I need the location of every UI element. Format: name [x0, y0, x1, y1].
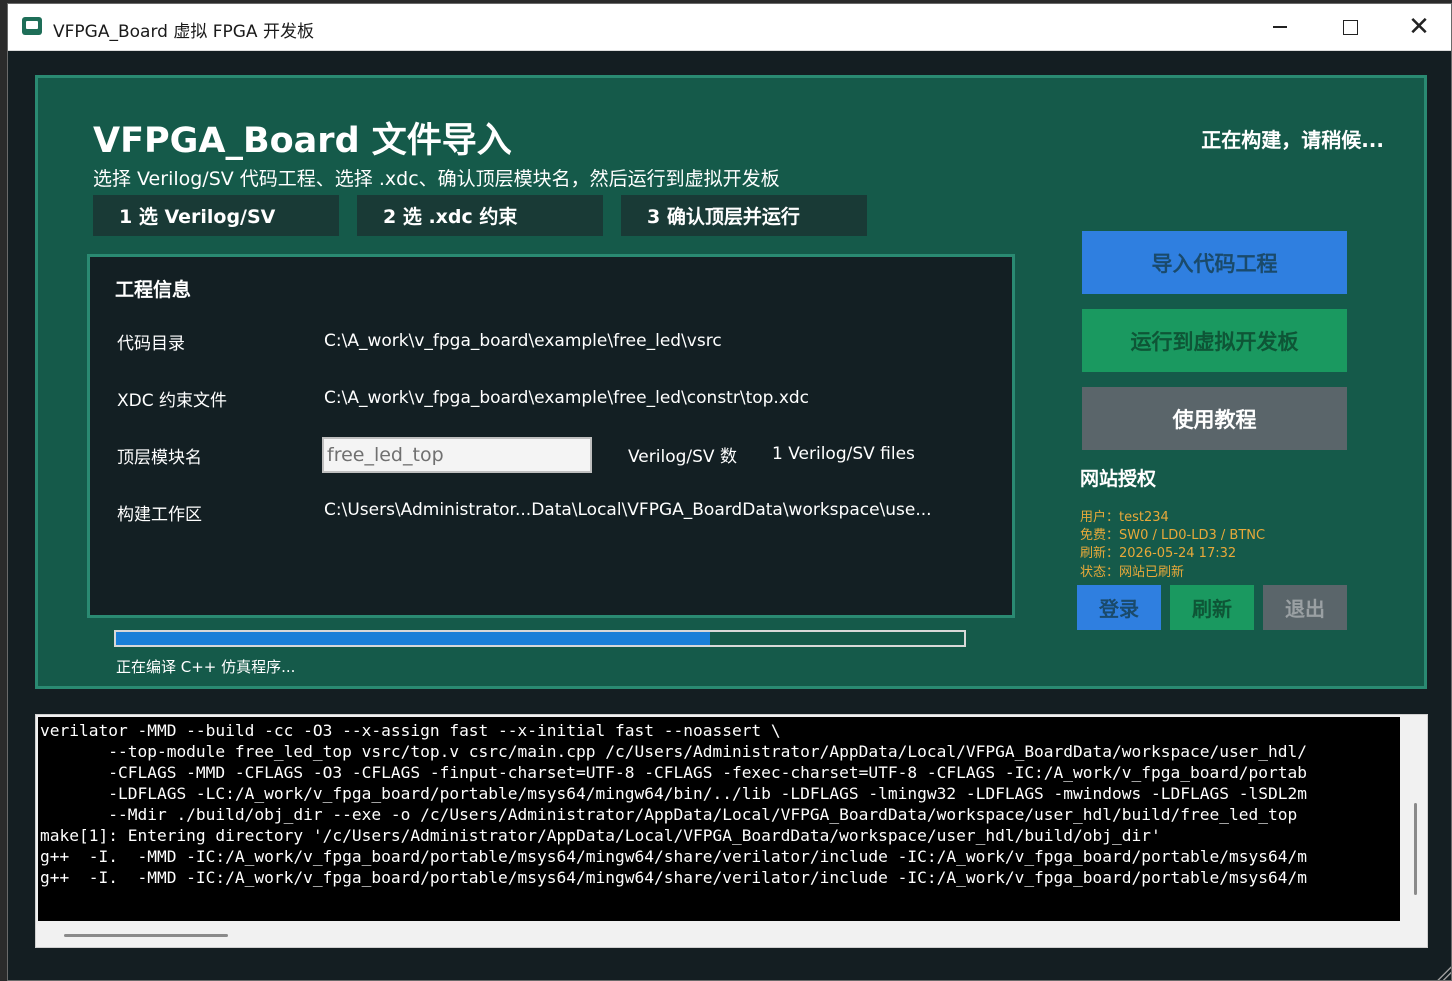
console-line: verilator -MMD --build -cc -O3 --x-assig… [40, 721, 781, 740]
verilog-count-value: 1 Verilog/SV files [772, 444, 915, 464]
workspace-label: 构建工作区 [117, 505, 202, 525]
top-module-input[interactable]: free_led_top [322, 437, 592, 473]
resize-grip-icon[interactable] [1437, 966, 1451, 980]
console-line: g++ -I. -MMD -IC:/A_work/v_fpga_board/po… [40, 868, 1307, 887]
horizontal-scrollbar[interactable] [64, 934, 228, 937]
project-info-panel: 工程信息 代码目录 C:\A_work\v_fpga_board\example… [87, 254, 1015, 618]
login-button[interactable]: 登录 [1077, 585, 1161, 630]
code-dir-value: C:\A_work\v_fpga_board\example\free_led\… [324, 331, 722, 351]
progress-status-text: 正在编译 C++ 仿真程序... [116, 658, 296, 676]
step-select-verilog[interactable]: 1 选 Verilog/SV [93, 195, 339, 236]
minimize-button[interactable] [1245, 4, 1315, 50]
progress-fill [116, 632, 710, 645]
auth-state: 状态：网站已刷新 [1080, 565, 1185, 580]
import-project-button[interactable]: 导入代码工程 [1082, 231, 1347, 294]
console-line: -CFLAGS -MMD -CFLAGS -O3 -CFLAGS -finput… [40, 763, 1307, 782]
code-dir-label: 代码目录 [117, 334, 185, 354]
app-window: VFPGA_Board 虚拟 FPGA 开发板 ✕ VFPGA_Board 文件… [7, 3, 1452, 981]
import-panel: VFPGA_Board 文件导入 选择 Verilog/SV 代码工程、选择 .… [35, 75, 1427, 689]
auth-refresh-time: 刷新：2026-05-24 17:32 [1080, 546, 1237, 561]
vertical-scrollbar[interactable] [1414, 803, 1417, 895]
window-title: VFPGA_Board 虚拟 FPGA 开发板 [53, 22, 314, 42]
maximize-button[interactable] [1315, 4, 1385, 50]
build-status-text: 正在构建，请稍候... [1201, 128, 1384, 152]
console-line: --Mdir ./build/obj_dir --exe -o /c/Users… [40, 805, 1298, 824]
step-confirm-run[interactable]: 3 确认顶层并运行 [621, 195, 867, 236]
auth-free: 免费：SW0 / LD0-LD3 / BTNC [1080, 528, 1266, 543]
project-info-heading: 工程信息 [115, 279, 192, 301]
console-line: --top-module free_led_top vsrc/top.v csr… [40, 742, 1307, 761]
build-progress-bar [114, 630, 966, 647]
top-module-label: 顶层模块名 [117, 448, 202, 468]
console-line: make[1]: Entering directory '/c/Users/Ad… [40, 826, 1161, 845]
console-line: -LDFLAGS -LC:/A_work/v_fpga_board/portab… [40, 784, 1307, 803]
build-log-console[interactable]: verilator -MMD --build -cc -O3 --x-assig… [38, 717, 1400, 921]
close-button[interactable]: ✕ [1384, 4, 1452, 50]
auth-user: 用户：test234 [1080, 510, 1169, 525]
title-bar: VFPGA_Board 虚拟 FPGA 开发板 ✕ [8, 4, 1451, 51]
verilog-count-label: Verilog/SV 数 [628, 447, 737, 467]
xdc-file-value: C:\A_work\v_fpga_board\example\free_led\… [324, 388, 810, 408]
console-line: g++ -I. -MMD -IC:/A_work/v_fpga_board/po… [40, 847, 1307, 866]
build-log-frame: verilator -MMD --build -cc -O3 --x-assig… [35, 714, 1428, 948]
xdc-file-label: XDC 约束文件 [117, 391, 228, 411]
page-subtitle: 选择 Verilog/SV 代码工程、选择 .xdc、确认顶层模块名，然后运行到… [93, 168, 780, 190]
logout-button[interactable]: 退出 [1263, 585, 1347, 630]
step-select-xdc[interactable]: 2 选 .xdc 约束 [357, 195, 603, 236]
auth-heading: 网站授权 [1080, 468, 1157, 490]
workspace-value: C:\Users\Administrator...Data\Local\VFPG… [324, 500, 932, 520]
run-board-button[interactable]: 运行到虚拟开发板 [1082, 309, 1347, 372]
refresh-button[interactable]: 刷新 [1170, 585, 1254, 630]
app-icon [22, 17, 42, 35]
tutorial-button[interactable]: 使用教程 [1082, 387, 1347, 450]
page-title: VFPGA_Board 文件导入 [93, 121, 512, 161]
